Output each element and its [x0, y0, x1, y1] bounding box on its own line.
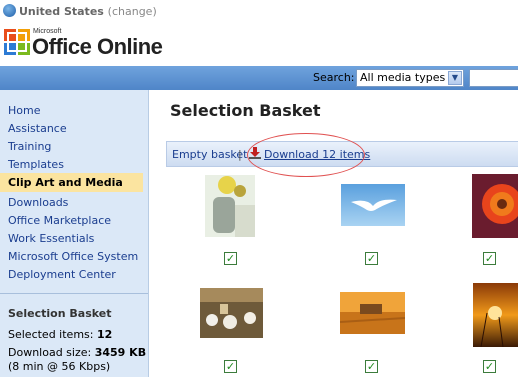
basket-title: Selection Basket [8, 307, 112, 320]
thumbnail-checkbox-2[interactable]: ✓ [365, 252, 378, 265]
thumbnail-checkbox-3[interactable]: ✓ [483, 252, 496, 265]
sidebar: Home Assistance Training Templates Clip … [0, 90, 149, 377]
locale-label: United States (change) [19, 5, 157, 18]
sidebar-item-clip-art[interactable]: Clip Art and Media [0, 173, 143, 192]
globe-icon [3, 4, 16, 17]
office-logo-icon[interactable] [3, 28, 31, 56]
basket-size: Download size: 3459 KB [8, 346, 146, 359]
basket-selected-count: 12 [96, 328, 113, 341]
search-bar: Search: All media types ▼ [0, 66, 518, 90]
main-content: Selection Basket Empty basket | Download… [149, 90, 518, 377]
brand-large[interactable]: Office Online [32, 34, 163, 60]
locale-country: United States [19, 5, 104, 18]
thumbnail-checkbox-5[interactable]: ✓ [365, 360, 378, 373]
basket-time: (8 min @ 56 Kbps) [8, 360, 111, 373]
banquet-hall-thumbnail[interactable] [200, 288, 263, 338]
locale-bar: United States (change) [0, 0, 518, 25]
sidebar-item-templates[interactable]: Templates [8, 158, 64, 171]
highlight-ellipse [247, 133, 365, 177]
sidebar-divider [0, 293, 148, 294]
thumbnail-checkbox-6[interactable]: ✓ [483, 360, 496, 373]
basket-selected: Selected items: 12 [8, 328, 112, 341]
page-title: Selection Basket [170, 101, 321, 120]
locale-change-link[interactable]: (change) [108, 5, 157, 18]
sidebar-item-office-system[interactable]: Microsoft Office System [8, 250, 138, 263]
sidebar-item-work-essentials[interactable]: Work Essentials [8, 232, 94, 245]
basket-size-label: Download size: [8, 346, 92, 359]
empty-basket-link[interactable]: Empty basket [172, 148, 247, 161]
sidebar-item-assistance[interactable]: Assistance [8, 122, 67, 135]
basket-size-value: 3459 KB [94, 346, 147, 359]
sidebar-item-marketplace[interactable]: Office Marketplace [8, 214, 111, 227]
action-separator: | [238, 148, 242, 161]
media-type-value: All media types [360, 71, 446, 84]
thumbnail-checkbox-1[interactable]: ✓ [224, 252, 237, 265]
flower-vase-thumbnail[interactable] [205, 175, 255, 237]
search-input[interactable] [469, 69, 518, 87]
wheat-harvest-thumbnail[interactable] [340, 292, 405, 334]
thumbnail-checkbox-4[interactable]: ✓ [224, 360, 237, 373]
sidebar-item-downloads[interactable]: Downloads [8, 196, 68, 209]
red-flower-thumbnail[interactable] [472, 174, 518, 238]
basket-selected-label: Selected items: [8, 328, 94, 341]
sidebar-item-home[interactable]: Home [8, 104, 40, 117]
chevron-down-icon[interactable]: ▼ [448, 71, 462, 85]
media-type-select[interactable]: All media types ▼ [356, 69, 464, 87]
sidebar-item-deployment[interactable]: Deployment Center [8, 268, 116, 281]
sunset-field-thumbnail[interactable] [473, 283, 518, 347]
search-label: Search: [313, 71, 355, 84]
site-header: Microsoft Office Online [0, 25, 518, 66]
bird-sky-thumbnail[interactable] [341, 184, 405, 226]
sidebar-item-training[interactable]: Training [8, 140, 51, 153]
